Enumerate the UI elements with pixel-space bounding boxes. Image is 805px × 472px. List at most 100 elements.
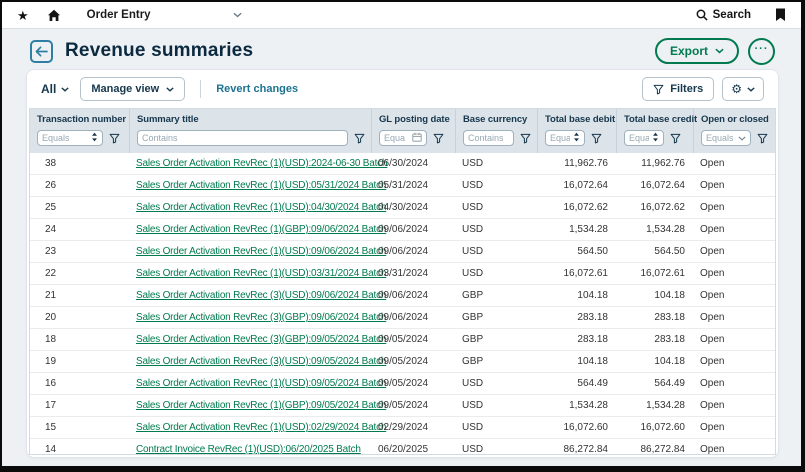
- export-button[interactable]: Export: [655, 38, 739, 64]
- calendar-icon: [412, 132, 422, 144]
- cell-gl-posting-date: 06/30/2024: [372, 158, 456, 169]
- summary-title-link[interactable]: Sales Order Activation RevRec (1)(USD):0…: [136, 246, 386, 257]
- table-body: 38 Sales Order Activation RevRec (1)(USD)…: [30, 153, 775, 454]
- filter-funnel-icon[interactable]: [433, 133, 444, 144]
- summary-title-link[interactable]: Sales Order Activation RevRec (3)(GBP):0…: [136, 312, 386, 323]
- table-row: 18Sales Order Activation RevRec (3)(GBP)…: [30, 329, 775, 351]
- summary-title-link[interactable]: Sales Order Activation RevRec (1)(USD):0…: [136, 180, 386, 191]
- column-label-open_or_closed[interactable]: Open or closed: [701, 114, 769, 125]
- filter-row-transaction_number: Equals: [37, 130, 123, 146]
- cell-total-base-debit: 86,272.84: [538, 444, 617, 455]
- cell-gl-posting-date: 09/05/2024: [372, 400, 456, 411]
- app-menu-chevron-down-icon[interactable]: [233, 12, 242, 18]
- page: Revenue summaries Export ··· All Manage …: [2, 29, 801, 466]
- cell-total-base-credit: 16,072.61: [617, 268, 694, 279]
- filter-funnel-icon[interactable]: [591, 133, 602, 144]
- cell-total-base-debit: 1,534.28: [538, 400, 617, 411]
- cell-open-or-closed: Open: [694, 356, 775, 367]
- home-icon[interactable]: [47, 9, 61, 22]
- cell-base-currency: USD: [456, 378, 538, 389]
- list-settings-button[interactable]: ⚙: [722, 77, 764, 101]
- table-row: 25Sales Order Activation RevRec (1)(USD)…: [30, 197, 775, 219]
- filter-row-summary_title: Contains: [137, 130, 365, 146]
- base_currency-filter-input[interactable]: Contains: [463, 130, 514, 146]
- cell-total-base-credit: 11,962.76: [617, 158, 694, 169]
- cell-total-base-debit: 283.18: [538, 334, 617, 345]
- filter-placeholder: Equals: [629, 133, 649, 143]
- revert-changes-link[interactable]: Revert changes: [216, 83, 298, 95]
- cell-total-base-credit: 1,534.28: [617, 400, 694, 411]
- filter-placeholder: Equa: [384, 133, 409, 143]
- summary-title-link[interactable]: Sales Order Activation RevRec (1)(USD):0…: [136, 422, 386, 433]
- cell-gl-posting-date: 09/05/2024: [372, 334, 456, 345]
- cell-summary-title: Sales Order Activation RevRec (1)(USD):0…: [130, 202, 372, 213]
- filter-funnel-icon[interactable]: [757, 133, 768, 144]
- summary-title-link[interactable]: Sales Order Activation RevRec (3)(USD):0…: [136, 290, 386, 301]
- filter-placeholder: Equals: [550, 133, 570, 143]
- cell-gl-posting-date: 09/05/2024: [372, 356, 456, 367]
- search-icon: [696, 9, 708, 21]
- filter-funnel-icon[interactable]: [520, 133, 531, 144]
- export-label: Export: [670, 44, 708, 58]
- column-label-total_base_credit[interactable]: Total base credit: [624, 114, 687, 125]
- gl_posting_date-filter-select[interactable]: Equa: [379, 130, 427, 146]
- cell-open-or-closed: Open: [694, 290, 775, 301]
- chevron-down-icon: [747, 87, 755, 92]
- favorites-star-icon[interactable]: ★: [17, 9, 29, 22]
- cell-summary-title: Sales Order Activation RevRec (3)(USD):0…: [130, 356, 372, 367]
- transaction_number-filter-select[interactable]: Equals: [37, 130, 103, 146]
- filter-row-open_or_closed: Equals: [701, 130, 769, 146]
- filter-funnel-icon[interactable]: [109, 133, 120, 144]
- cell-total-base-credit: 564.49: [617, 378, 694, 389]
- summary-title-link[interactable]: Sales Order Activation RevRec (1)(GBP):0…: [136, 224, 386, 235]
- global-search[interactable]: Search: [696, 9, 751, 21]
- summary-title-link[interactable]: Contract Invoice RevRec (1)(USD):06/20/2…: [136, 444, 361, 455]
- view-selector-all[interactable]: All: [41, 82, 69, 96]
- summary_title-filter-input[interactable]: Contains: [137, 130, 348, 146]
- cell-total-base-debit: 16,072.62: [538, 202, 617, 213]
- table-row: 19Sales Order Activation RevRec (3)(USD)…: [30, 351, 775, 373]
- summary-title-link[interactable]: Sales Order Activation RevRec (3)(USD):0…: [136, 356, 386, 367]
- filter-funnel-icon[interactable]: [670, 133, 681, 144]
- cell-total-base-debit: 1,534.28: [538, 224, 617, 235]
- summary-title-link[interactable]: Sales Order Activation RevRec (1)(USD):0…: [136, 378, 386, 389]
- filter-placeholder: Contains: [468, 133, 509, 143]
- cell-transaction-number: 16: [30, 378, 130, 389]
- total_base_credit-filter-select[interactable]: Equals: [624, 130, 664, 146]
- cell-base-currency: USD: [456, 444, 538, 455]
- summary-title-link[interactable]: Sales Order Activation RevRec (1)(USD):0…: [136, 268, 386, 279]
- filter-row-total_base_credit: Equals: [624, 130, 687, 146]
- column-header-transaction_number: Transaction number Equals: [30, 109, 130, 153]
- summary-title-link[interactable]: Sales Order Activation RevRec (1)(USD):2…: [136, 158, 387, 169]
- cell-base-currency: USD: [456, 202, 538, 213]
- cell-open-or-closed: Open: [694, 246, 775, 257]
- cell-gl-posting-date: 09/06/2024: [372, 290, 456, 301]
- cell-transaction-number: 38: [30, 158, 130, 169]
- filter-funnel-icon[interactable]: [354, 133, 365, 144]
- cell-total-base-credit: 16,072.64: [617, 180, 694, 191]
- column-label-base_currency[interactable]: Base currency: [463, 114, 531, 125]
- chevron-down-icon: [61, 87, 69, 92]
- toolbar-divider: [200, 80, 201, 98]
- table-row: 14Contract Invoice RevRec (1)(USD):06/20…: [30, 439, 775, 455]
- summary-title-link[interactable]: Sales Order Activation RevRec (1)(USD):0…: [136, 202, 386, 213]
- back-button[interactable]: [30, 40, 53, 63]
- total_base_debit-filter-select[interactable]: Equals: [545, 130, 585, 146]
- open_or_closed-filter-select[interactable]: Equals: [701, 130, 751, 146]
- cell-transaction-number: 23: [30, 246, 130, 257]
- column-label-gl_posting_date[interactable]: GL posting date: [379, 114, 449, 125]
- summary-title-link[interactable]: Sales Order Activation RevRec (3)(GBP):0…: [136, 334, 386, 345]
- column-label-transaction_number[interactable]: Transaction number: [37, 114, 123, 125]
- summary-title-link[interactable]: Sales Order Activation RevRec (1)(GBP):0…: [136, 400, 386, 411]
- app-menu-order-entry[interactable]: Order Entry: [87, 9, 151, 21]
- more-actions-button[interactable]: ···: [748, 38, 775, 65]
- manage-view-button[interactable]: Manage view: [80, 77, 185, 101]
- cell-total-base-credit: 104.18: [617, 290, 694, 301]
- chevron-down-icon: [738, 133, 746, 143]
- app-window: ★ Order Entry Search Revenue summaries E…: [0, 0, 805, 472]
- bookmark-icon[interactable]: [775, 8, 786, 22]
- column-label-total_base_debit[interactable]: Total base debit: [545, 114, 610, 125]
- filters-button[interactable]: Filters: [642, 77, 714, 101]
- column-label-summary_title[interactable]: Summary title: [137, 114, 365, 125]
- cell-transaction-number: 24: [30, 224, 130, 235]
